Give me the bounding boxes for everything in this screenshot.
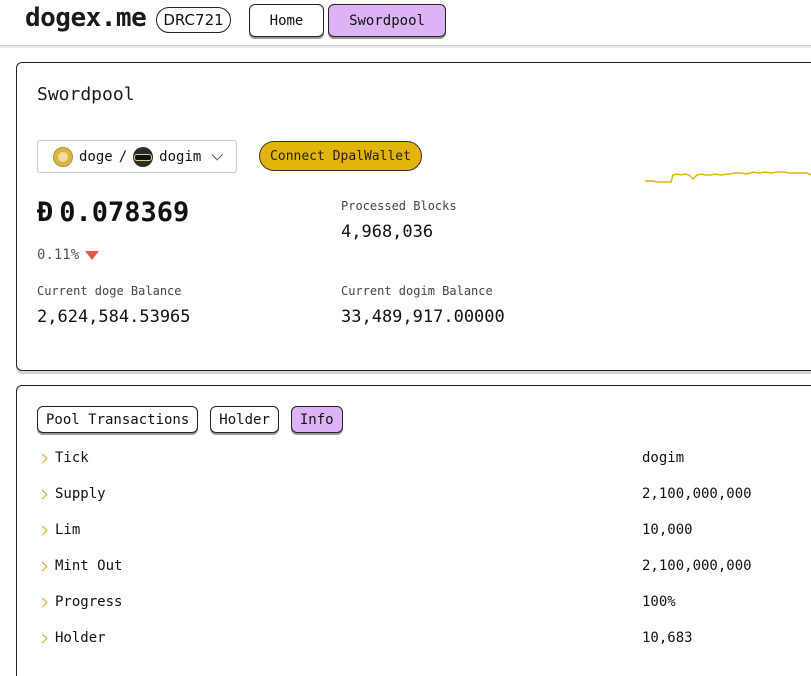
doge-currency-symbol: Đ xyxy=(37,197,54,228)
info-label: Holder xyxy=(55,630,106,646)
doge-balance-label: Current doge Balance xyxy=(37,284,182,298)
pair-base-label: doge xyxy=(79,148,113,165)
header-divider xyxy=(0,45,811,48)
pair-separator: / xyxy=(118,148,128,165)
info-row-mint-out[interactable]: Mint Out 2,100,000,000 xyxy=(37,556,811,576)
info-row-supply[interactable]: Supply 2,100,000,000 xyxy=(37,484,811,504)
pair-selector[interactable]: doge / dogim xyxy=(37,140,237,173)
price-value: 0.078369 xyxy=(59,197,190,228)
details-tabs: Pool Transactions Holder Info xyxy=(37,406,355,433)
pool-title: Swordpool xyxy=(37,84,135,105)
doge-balance-value: 2,624,584.53965 xyxy=(37,307,191,327)
nav-home-button[interactable]: Home xyxy=(249,4,324,37)
sparkline-line xyxy=(645,171,811,183)
connect-wallet-button[interactable]: Connect DpalWallet xyxy=(259,141,422,171)
pool-price: Đ 0.078369 xyxy=(37,197,189,228)
chevron-right-icon xyxy=(37,489,48,499)
price-change: 0.11% xyxy=(37,247,100,263)
dogim-coin-icon xyxy=(133,146,154,167)
info-value: dogim xyxy=(642,450,685,466)
price-change-value: 0.11% xyxy=(37,247,80,263)
pool-summary-card: Swordpool doge / dogim Connect DpalWalle… xyxy=(16,62,811,371)
info-label: Mint Out xyxy=(55,558,123,574)
info-row-progress[interactable]: Progress 100% xyxy=(37,592,811,612)
doge-coin-icon xyxy=(53,146,73,167)
chevron-right-icon xyxy=(37,561,48,571)
chevron-right-icon xyxy=(37,633,48,643)
site-logo[interactable]: dogex.me xyxy=(25,3,147,33)
dogim-balance-value: 33,489,917.00000 xyxy=(341,307,505,327)
processed-blocks-value: 4,968,036 xyxy=(341,222,434,242)
info-value: 2,100,000,000 xyxy=(642,486,752,502)
chevron-down-icon xyxy=(211,148,224,161)
info-row-lim[interactable]: Lim 10,000 xyxy=(37,520,811,540)
tab-holder[interactable]: Holder xyxy=(210,406,279,433)
top-header: dogex.me DRC721 Home Swordpool xyxy=(0,0,811,46)
info-label: Progress xyxy=(55,594,123,610)
pool-details-card: Pool Transactions Holder Info Tick dogim… xyxy=(16,385,811,676)
chevron-right-icon xyxy=(37,597,48,607)
processed-blocks-label: Processed Blocks xyxy=(341,199,457,213)
info-label: Supply xyxy=(55,486,106,502)
pair-quote-label: dogim xyxy=(159,148,202,165)
dogim-balance-label: Current dogim Balance xyxy=(341,284,493,298)
tab-info[interactable]: Info xyxy=(290,406,343,433)
info-row-tick[interactable]: Tick dogim xyxy=(37,448,811,468)
chevron-right-icon xyxy=(37,525,48,535)
info-value: 10,683 xyxy=(642,630,693,646)
chevron-right-icon xyxy=(37,453,48,463)
tab-pool-transactions[interactable]: Pool Transactions xyxy=(37,406,199,433)
drc721-badge: DRC721 xyxy=(156,7,231,33)
info-value: 10,000 xyxy=(642,522,693,538)
nav-swordpool-button[interactable]: Swordpool xyxy=(328,4,446,37)
down-arrow-icon xyxy=(85,250,100,260)
price-sparkline xyxy=(645,171,811,183)
info-value: 100% xyxy=(642,594,676,610)
info-label: Tick xyxy=(55,450,89,466)
info-value: 2,100,000,000 xyxy=(642,558,752,574)
info-label: Lim xyxy=(55,522,81,538)
info-row-holder[interactable]: Holder 10,683 xyxy=(37,628,811,648)
